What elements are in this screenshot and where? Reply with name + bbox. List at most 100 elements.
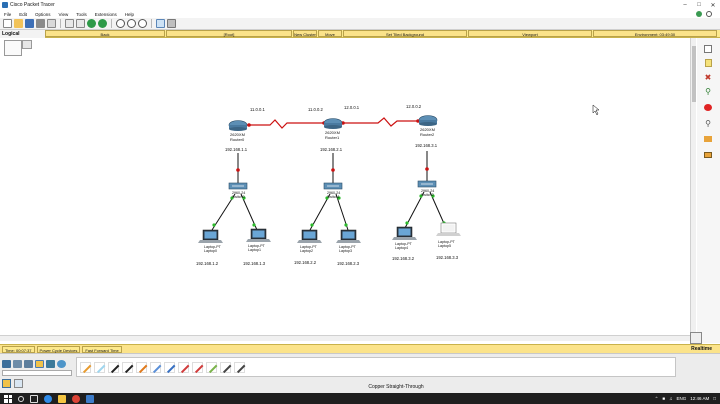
workspace-thumbnail[interactable] [22, 40, 32, 49]
close-button[interactable]: ✕ [706, 0, 720, 10]
chrome-icon[interactable] [72, 394, 80, 403]
copy-icon[interactable] [65, 19, 74, 28]
windows-start-icon[interactable] [4, 394, 12, 403]
delete-icon[interactable]: ✖ [702, 72, 714, 82]
root-location[interactable]: [Root] [166, 30, 292, 37]
switch1[interactable]: 2960-24 Switch1 [323, 182, 343, 199]
iot-custom-cable-button[interactable] [220, 361, 232, 373]
laptop3[interactable]: Laptop-PT Laptop3 192.168.2.3 [336, 229, 361, 266]
packet-tracer-taskbar-icon[interactable] [86, 394, 94, 403]
serial-link-router1-router2[interactable] [340, 117, 420, 127]
structured-cabling-icon[interactable] [14, 378, 23, 388]
coaxial-connection-button[interactable] [164, 361, 176, 373]
notifications-icon[interactable]: □ [713, 396, 716, 401]
menu-view[interactable]: View [55, 12, 73, 17]
inspect-icon[interactable]: ⚲ [702, 86, 714, 96]
print-icon[interactable] [36, 19, 45, 28]
menu-edit[interactable]: Edit [15, 12, 31, 17]
copper-straight-through-button[interactable] [108, 361, 120, 373]
console-connection-button[interactable] [94, 361, 106, 373]
edge-browser-icon[interactable] [44, 394, 52, 403]
menu-options[interactable]: Options [31, 12, 55, 17]
tray-chevron-icon[interactable]: ⌃ [655, 396, 659, 402]
wan-ip-label: 11.0.0.2 [308, 107, 323, 112]
minimize-button[interactable]: – [678, 0, 692, 10]
connections-icon[interactable] [35, 360, 44, 368]
zoom-in-icon[interactable] [116, 19, 125, 28]
add-simple-pdu-icon[interactable] [702, 134, 714, 144]
phone-connection-button[interactable] [150, 361, 162, 373]
new-cluster-button[interactable]: New Cluster [293, 30, 317, 37]
menu-extensions[interactable]: Extensions [91, 12, 121, 17]
fast-forward-time-button[interactable]: Fast Forward Time [82, 345, 122, 353]
menu-tools[interactable]: Tools [72, 12, 91, 17]
laptop0[interactable]: Laptop-PT Laptop0 192.168.1.2 [196, 229, 223, 266]
network-tray-icon[interactable]: ■ [662, 396, 665, 401]
laptop4[interactable]: Laptop-PT Laptop4 192.168.3.2 [392, 226, 417, 261]
multiuser-icon[interactable] [57, 360, 66, 368]
palette-icon[interactable] [156, 19, 165, 28]
search-icon[interactable] [18, 395, 24, 402]
logical-workspace-canvas[interactable]: 11.0.0.1 11.0.0.2 12.0.0.1 12.0.0.2 2620… [0, 38, 690, 343]
select-icon[interactable] [702, 44, 714, 54]
resize-icon[interactable]: ⚲ [702, 118, 714, 128]
open-icon[interactable] [14, 19, 23, 28]
misc-icon[interactable] [46, 360, 55, 368]
end-devices-icon[interactable] [13, 360, 22, 368]
task-view-icon[interactable] [30, 394, 38, 403]
set-tiled-background-button[interactable]: Set Tiled Background [343, 30, 467, 37]
zoom-reset-icon[interactable] [127, 19, 136, 28]
question-icon[interactable] [706, 11, 712, 17]
octal-connection-button[interactable] [206, 361, 218, 373]
power-cycle-devices-button[interactable]: Power Cycle Devices [36, 345, 81, 353]
network-devices-icon[interactable] [2, 360, 11, 368]
laptop2[interactable]: Laptop-PT Laptop2 192.168.2.2 [294, 229, 322, 265]
switch0[interactable]: 2960-24 Switch0 [228, 182, 248, 199]
serial-dte-button[interactable] [192, 361, 204, 373]
serial-dce-button[interactable] [178, 361, 190, 373]
undo-icon[interactable] [87, 19, 96, 28]
logical-workspace-label[interactable]: Logical [0, 29, 45, 38]
realtime-mode-label[interactable]: Realtime [691, 346, 712, 352]
new-icon[interactable] [3, 19, 12, 28]
custom-device-icon[interactable] [167, 19, 176, 28]
paste-icon[interactable] [76, 19, 85, 28]
laptop5[interactable]: Laptop-PT Laptop5 192.168.3.3 [436, 222, 461, 260]
serial-link-router0-router1[interactable] [247, 119, 326, 129]
language-indicator[interactable]: ENG [677, 396, 687, 401]
laptop1[interactable]: Laptop-PT Laptop1 192.168.1.3 [243, 228, 271, 266]
draw-shape-icon[interactable] [702, 102, 714, 112]
volume-tray-icon[interactable]: ♫ [669, 396, 672, 401]
file-explorer-icon[interactable] [58, 394, 66, 403]
maximize-button[interactable]: □ [692, 0, 706, 10]
network-info-icon[interactable] [696, 11, 702, 17]
fiber-connection-button[interactable] [136, 361, 148, 373]
horizontal-scrollbar[interactable] [0, 335, 690, 341]
redo-icon[interactable] [98, 19, 107, 28]
save-icon[interactable] [25, 19, 34, 28]
connections-subcategory-icon[interactable] [2, 378, 11, 388]
move-object-button[interactable]: Move Object [318, 30, 342, 44]
menu-help[interactable]: Help [121, 12, 138, 17]
clock[interactable]: 12:46 AM [690, 396, 709, 401]
scrollbar-thumb[interactable] [692, 46, 696, 102]
add-complex-pdu-icon[interactable] [702, 150, 714, 160]
copper-cross-over-button[interactable] [122, 361, 134, 373]
device-search-field[interactable] [2, 370, 72, 376]
components-icon[interactable] [24, 360, 33, 368]
logical-physical-toggle[interactable] [4, 40, 22, 56]
note-icon[interactable] [702, 58, 714, 68]
realtime-mode-icon[interactable] [690, 332, 702, 344]
back-button[interactable]: Back [45, 30, 165, 37]
automatic-connection-button[interactable] [80, 361, 92, 373]
router0[interactable]: 2620XM Router0 192.168.1.1 [225, 120, 248, 153]
laptop-ip-label: 192.168.2.2 [294, 260, 317, 265]
environment-button[interactable]: Environment: 03:49:30 [593, 30, 717, 37]
usb-connection-button[interactable] [234, 361, 246, 373]
switch2[interactable]: 2960-24 Switch2 [417, 180, 437, 197]
vertical-scrollbar[interactable] [690, 38, 696, 343]
activity-wizard-icon[interactable] [47, 19, 56, 28]
zoom-out-icon[interactable] [138, 19, 147, 28]
menu-file[interactable]: File [0, 12, 15, 17]
viewport-button[interactable]: Viewport [468, 30, 592, 37]
